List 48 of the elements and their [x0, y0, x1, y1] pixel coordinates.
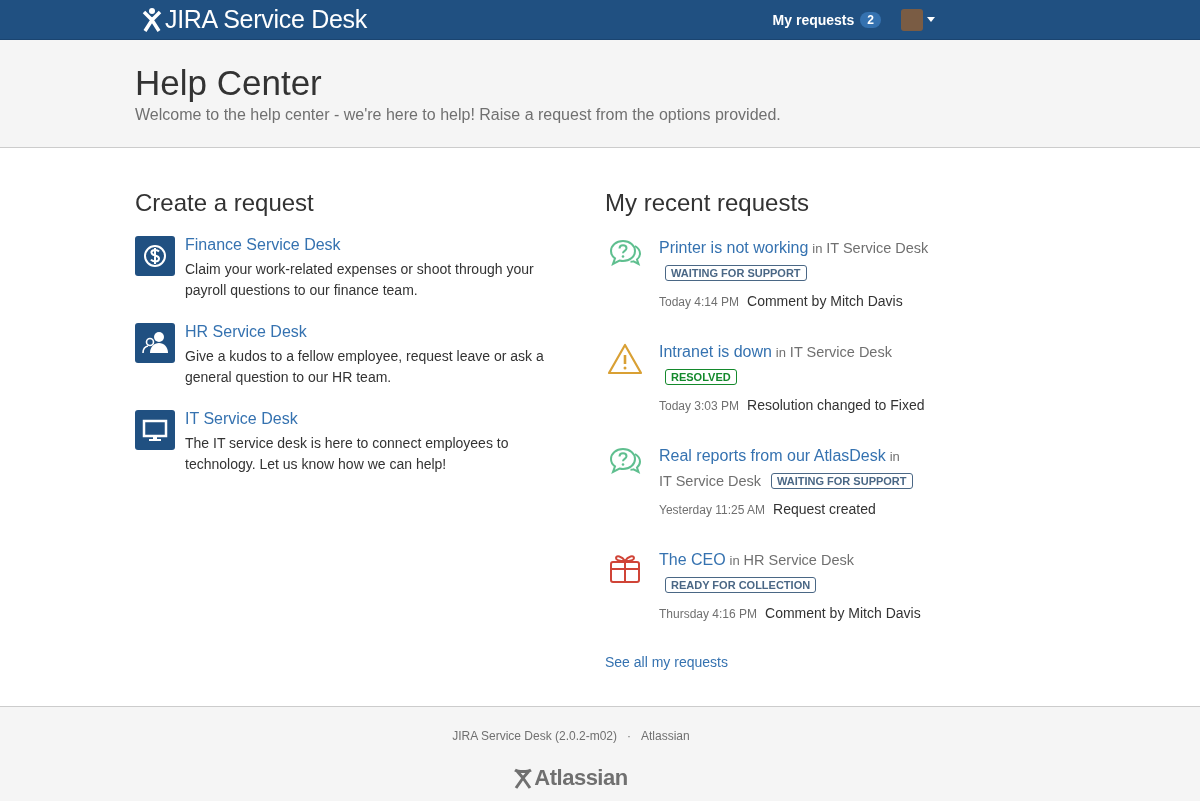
request-time: Today 4:14 PM	[659, 294, 740, 311]
service-desk-description: The IT service desk is here to connect employees to technology. Let us know how we can help!	[185, 434, 510, 474]
request-activity: Resolution changed to Fixed	[747, 396, 925, 415]
in-label: in	[889, 449, 900, 464]
status-lozenge: RESOLVED	[665, 369, 737, 385]
request-desk-name: HR Service Desk	[743, 552, 854, 568]
service-desk-link[interactable]: IT Service Desk	[185, 410, 298, 427]
atlassian-logo[interactable]: Atlassian	[0, 765, 1200, 791]
request-title-link[interactable]: Intranet is down	[659, 343, 772, 360]
in-label: in	[729, 553, 740, 568]
page-subtitle: Welcome to the help center - we're here to help! Raise a request from the options provided.	[135, 106, 782, 124]
service-desk-description: Give a kudos to a fellow employee, request leave or ask a general question to our HR team.	[185, 347, 545, 387]
request-desk-name: IT Service Desk	[826, 240, 929, 256]
service-desk-description: Claim your work-related expenses or shoot through your payroll questions to our finance team.	[185, 260, 535, 300]
request-time: Thursday 4:16 PM	[659, 606, 758, 623]
in-label: in	[775, 345, 786, 360]
status-lozenge: READY FOR COLLECTION	[665, 577, 817, 593]
dollar-icon[interactable]	[135, 236, 175, 276]
service-desk-link[interactable]: HR Service Desk	[185, 323, 307, 340]
status-lozenge: WAITING FOR SUPPORT	[665, 265, 807, 281]
people-icon[interactable]	[135, 323, 175, 363]
caret-icon[interactable]	[927, 17, 935, 22]
atlassian-wordmark: Atlassian	[534, 765, 628, 791]
monitor-icon[interactable]	[135, 410, 175, 450]
my-requests-link[interactable]: My requests	[772, 11, 855, 28]
atlassian-link[interactable]: Atlassian	[641, 729, 690, 743]
recent-requests-heading: My recent requests	[605, 188, 811, 218]
request-activity: Comment by Mitch Davis	[765, 604, 921, 623]
request-time: Today 3:03 PM	[659, 398, 740, 415]
page-title: Help Center	[135, 62, 323, 104]
atlassian-mark-icon	[514, 767, 533, 789]
request-activity: Request created	[773, 500, 876, 519]
request-count: 2	[860, 11, 881, 28]
create-request-heading: Create a request	[135, 188, 315, 218]
footer-separator: ·	[627, 729, 631, 743]
see-all-requests-link[interactable]: See all my requests	[605, 654, 728, 670]
jira-mark-icon	[142, 6, 162, 33]
status-lozenge: WAITING FOR SUPPORT	[770, 473, 913, 489]
request-activity: Comment by Mitch Davis	[747, 292, 903, 311]
service-desk-link[interactable]: Finance Service Desk	[185, 236, 341, 253]
request-time: Yesterday 11:25 AM	[659, 502, 766, 519]
request-desk-name: IT Service Desk	[789, 344, 892, 360]
request-title-link[interactable]: Printer is not working	[659, 239, 809, 256]
request-desk-name: IT Service Desk	[659, 473, 762, 489]
request-title-link[interactable]: Real reports from our AtlasDesk	[659, 447, 886, 464]
request-title-link[interactable]: The CEO	[659, 551, 726, 568]
footer-version: JIRA Service Desk (2.0.2-m02)	[452, 729, 617, 743]
in-label: in	[812, 241, 823, 256]
